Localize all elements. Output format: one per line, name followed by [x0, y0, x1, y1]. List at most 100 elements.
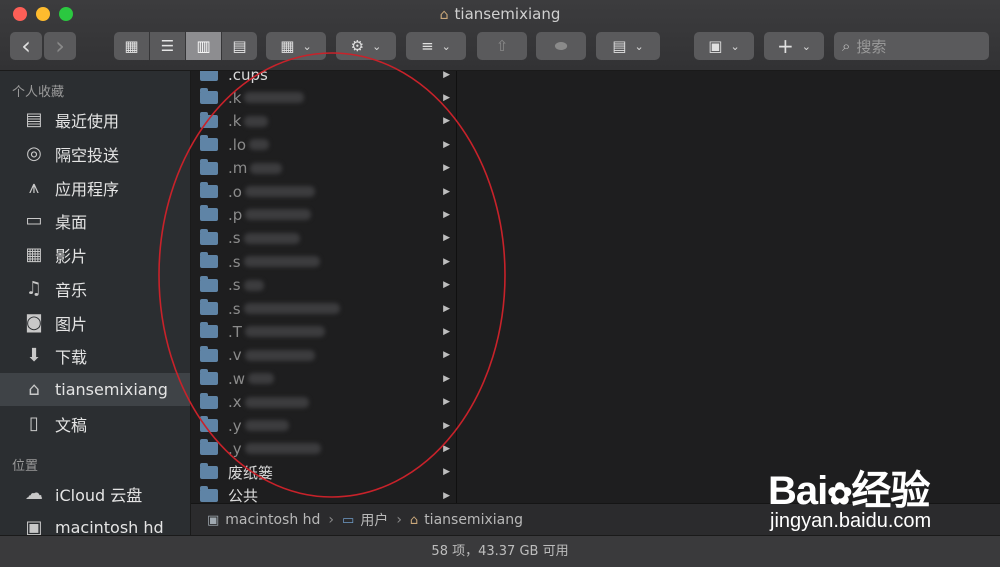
disclosure-arrow-icon: ▶ — [443, 303, 450, 314]
file-row[interactable]: 废纸篓 ▶ — [191, 461, 456, 484]
disclosure-arrow-icon: ▶ — [443, 209, 450, 220]
desktop-icon: ▭ — [25, 210, 43, 231]
file-name: .T — [228, 322, 242, 341]
applications-icon: ⩚ — [28, 177, 40, 198]
file-row[interactable]: .s ▶ — [191, 227, 456, 250]
file-name: .cups — [228, 71, 268, 84]
sidebar-item-desktop[interactable]: ▭ 桌面 — [0, 204, 190, 237]
music-icon: ♫ — [25, 278, 43, 299]
path-item-macintosh-hd[interactable]: macintosh hd — [225, 512, 320, 528]
folder-icon — [200, 228, 218, 245]
download-icon: ⬇ — [26, 345, 42, 366]
icon-view-button[interactable]: ▦ — [114, 32, 149, 60]
gear-icon: ⚙ — [350, 37, 365, 55]
file-row[interactable]: .s ▶ — [191, 274, 456, 297]
redacted-text — [243, 256, 320, 268]
chevron-down-icon: ⌄ — [634, 39, 644, 53]
file-row[interactable]: .v ▶ — [191, 344, 456, 367]
file-row[interactable]: 公共 ▶ — [191, 484, 456, 503]
redacted-text — [244, 326, 325, 338]
sidebar-item-documents[interactable]: ▯ 文稿 — [0, 407, 190, 440]
file-name: .k — [228, 88, 242, 107]
sidebar-item-label: 图片 — [55, 314, 88, 334]
disclosure-arrow-icon: ▶ — [443, 397, 450, 408]
search-field[interactable]: ⌕ 搜索 — [834, 32, 989, 60]
path-item-users[interactable]: 用户 — [360, 510, 388, 530]
path-item-home[interactable]: tiansemixiang — [424, 512, 523, 528]
file-row[interactable]: .p ▶ — [191, 203, 456, 226]
sidebar-item-movies[interactable]: ▦ 影片 — [0, 238, 190, 271]
file-row[interactable]: .k ▶ — [191, 110, 456, 133]
folder-icon — [200, 392, 218, 409]
sidebar-item-downloads[interactable]: ⬇ 下载 — [0, 339, 190, 372]
add-button[interactable]: + ⌄ — [764, 32, 824, 60]
sidebar-item-label: 最近使用 — [55, 111, 120, 131]
chevron-left-icon: ‹ — [21, 32, 31, 60]
sidebar-item-label: 音乐 — [55, 280, 88, 300]
watermark-logo-left: Bai — [768, 469, 828, 513]
folder-icon — [200, 182, 218, 198]
disclosure-arrow-icon: ▶ — [443, 116, 450, 127]
sidebar-item-label: tiansemixiang — [55, 380, 168, 399]
tag-icon: ⬬ — [554, 37, 568, 55]
file-row[interactable]: .s ▶ — [191, 297, 456, 320]
sidebar-item-home[interactable]: ⌂ tiansemixiang — [0, 373, 190, 406]
file-row[interactable]: .y ▶ — [191, 414, 456, 437]
file-row[interactable]: .lo ▶ — [191, 133, 456, 156]
share-button[interactable]: ⇧ — [477, 32, 527, 60]
folder-icon — [200, 416, 218, 432]
file-row[interactable]: .y ▶ — [191, 437, 456, 460]
disclosure-arrow-icon: ▶ — [443, 443, 450, 454]
new-file-button[interactable]: ▤ ⌄ — [596, 32, 660, 60]
baidu-watermark: Bai✿经验 jingyan.baidu.com — [768, 458, 990, 538]
status-bar: 58 项，43.37 GB 可用 — [0, 535, 1000, 567]
disclosure-arrow-icon: ▶ — [443, 163, 450, 174]
airdrop-icon: ◎ — [26, 143, 42, 164]
sidebar-item-music[interactable]: ♫ 音乐 — [0, 272, 190, 305]
folder-icon — [200, 275, 218, 292]
file-row[interactable]: .s ▶ — [191, 250, 456, 273]
path-separator: › — [396, 512, 402, 528]
new-document-icon: ▤ — [612, 37, 627, 55]
home-icon: ⌂ — [409, 512, 419, 528]
redacted-text — [245, 209, 312, 221]
action-button[interactable]: ⚙ ⌄ — [336, 32, 396, 60]
gallery-view-button[interactable]: ▤ — [222, 32, 257, 60]
file-row[interactable]: .w ▶ — [191, 367, 456, 390]
sidebar-item-recents[interactable]: ▤ 最近使用 — [0, 103, 190, 136]
redacted-text — [248, 373, 275, 385]
list-view-button[interactable]: ☰ — [150, 32, 185, 60]
column-view-button[interactable]: ▥ — [186, 32, 221, 60]
redacted-text — [244, 396, 309, 408]
folder-icon — [200, 345, 218, 362]
chevron-down-icon: ⌄ — [801, 39, 811, 53]
folder-icon: ▭ — [342, 512, 355, 528]
tag-button[interactable]: ⬬ — [536, 32, 586, 60]
arrange-button[interactable]: ≡ ⌄ — [406, 32, 466, 60]
sidebar-item-icloud[interactable]: ☁ iCloud 云盘 — [0, 477, 190, 510]
disclosure-arrow-icon: ▶ — [443, 326, 450, 337]
disclosure-arrow-icon: ▶ — [443, 71, 450, 80]
sidebar-item-airdrop[interactable]: ◎ 隔空投送 — [0, 137, 190, 170]
file-name: .o — [228, 182, 242, 201]
file-row[interactable]: .k ▶ — [191, 86, 456, 109]
forward-button[interactable]: › — [44, 32, 76, 60]
redacted-text — [244, 115, 269, 127]
columns-icon: ▥ — [196, 37, 211, 55]
file-row[interactable]: .m ▶ — [191, 157, 456, 180]
redacted-text — [243, 303, 340, 314]
sidebar-item-label: 应用程序 — [55, 179, 120, 199]
file-row[interactable]: .o ▶ — [191, 180, 456, 203]
sidebar-item-pictures[interactable]: ◙ 图片 — [0, 306, 190, 339]
sidebar-item-applications[interactable]: ⩚ 应用程序 — [0, 171, 190, 204]
list-icon: ☰ — [160, 37, 175, 55]
file-name: .s — [228, 252, 241, 271]
title-toolbar: ⌂ tiansemixiang ‹ › ▦ ☰ ▥ ▤ ▦ ⌄ ⚙ ⌄ ≡ ⌄ ⇧ ⬬ … — [0, 0, 1000, 71]
file-row[interactable]: .T ▶ — [191, 320, 456, 343]
group-button[interactable]: ▦ ⌄ — [266, 32, 326, 60]
file-row[interactable]: .x ▶ — [191, 391, 456, 414]
file-row[interactable]: .cups ▶ — [191, 71, 456, 86]
disk-button[interactable]: ▣ ⌄ — [694, 32, 754, 60]
back-button[interactable]: ‹ — [10, 32, 42, 60]
gallery-icon: ▤ — [232, 37, 247, 55]
